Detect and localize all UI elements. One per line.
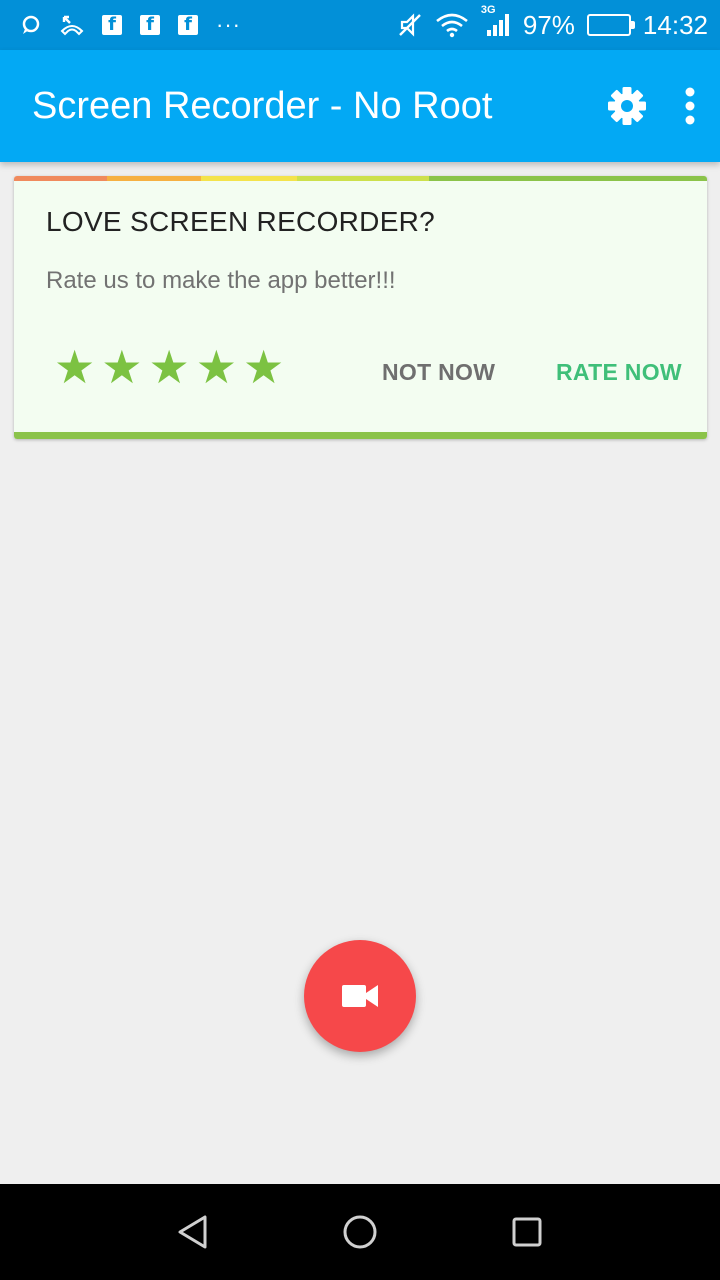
overflow-menu-button[interactable]	[684, 86, 696, 126]
recents-button[interactable]	[487, 1192, 567, 1272]
network-type-label: 3G	[480, 4, 496, 16]
more-notifications-icon: ···	[216, 12, 241, 37]
battery-icon	[586, 14, 635, 36]
signal-icon: 3G	[481, 4, 511, 38]
rate-now-button[interactable]: RATE NOW	[556, 359, 682, 386]
recents-square-icon	[512, 1217, 542, 1247]
notification-icons: f f f ···	[20, 12, 241, 38]
star-3[interactable]: ★	[149, 344, 190, 390]
home-circle-icon	[343, 1215, 377, 1249]
rainbow-segment	[429, 176, 707, 181]
not-now-button[interactable]: NOT NOW	[382, 359, 495, 386]
system-icons: 3G 97% 14:32	[397, 4, 708, 41]
navigation-bar	[0, 1184, 720, 1280]
gear-icon	[608, 87, 646, 125]
rainbow-segment	[297, 176, 429, 181]
app-title: Screen Recorder - No Root	[32, 84, 493, 127]
status-bar: f f f ··· 3G 97% 14:32	[0, 0, 720, 50]
videocam-icon	[342, 985, 378, 1007]
home-button[interactable]	[320, 1192, 400, 1272]
star-1[interactable]: ★	[54, 344, 95, 390]
settings-button[interactable]	[606, 85, 648, 127]
app-bar-actions	[606, 85, 696, 127]
star-5[interactable]: ★	[243, 344, 284, 390]
missed-call-icon	[60, 13, 84, 37]
facebook-icon: f	[102, 15, 122, 35]
rainbow-segment	[201, 176, 297, 181]
chat-bubble-icon	[20, 14, 42, 36]
app-bar: Screen Recorder - No Root	[0, 50, 720, 162]
rating-title: LOVE SCREEN RECORDER?	[46, 206, 436, 237]
vibrate-off-icon	[397, 12, 423, 38]
star-4[interactable]: ★	[196, 344, 237, 390]
rainbow-strip	[14, 176, 707, 181]
more-vert-icon	[685, 87, 695, 125]
facebook-icon: f	[178, 15, 198, 35]
card-bottom-bar	[14, 432, 707, 439]
rainbow-segment	[107, 176, 201, 181]
clock: 14:32	[642, 9, 708, 40]
facebook-icon: f	[140, 15, 160, 35]
back-triangle-icon	[178, 1215, 207, 1249]
wifi-icon	[435, 12, 469, 38]
rating-subtitle: Rate us to make the app better!!!	[46, 267, 396, 294]
star-2[interactable]: ★	[101, 344, 142, 390]
rating-card: LOVE SCREEN RECORDER? Rate us to make th…	[14, 176, 707, 439]
battery-percent: 97%	[522, 9, 575, 40]
star-rating: ★ ★ ★ ★ ★	[54, 344, 284, 390]
rainbow-segment	[14, 176, 107, 181]
record-button[interactable]	[304, 940, 416, 1052]
back-button[interactable]	[153, 1192, 233, 1272]
